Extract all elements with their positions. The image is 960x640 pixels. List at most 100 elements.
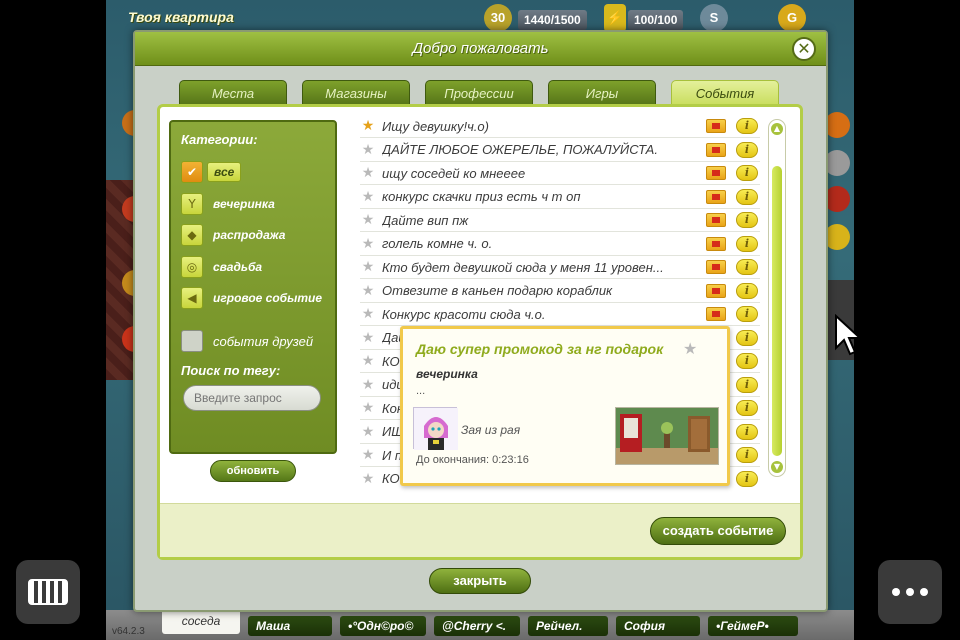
scroll-up-icon[interactable]: ▲	[771, 123, 783, 135]
room-preview-image[interactable]	[615, 407, 719, 465]
star-icon[interactable]: ★	[360, 142, 376, 158]
mail-icon[interactable]	[706, 119, 726, 133]
tab-professions[interactable]: Профессии	[425, 80, 533, 106]
scroll-thumb[interactable]	[772, 166, 782, 456]
star-icon[interactable]: ★	[360, 165, 376, 181]
category-all[interactable]: ✔ все	[181, 160, 242, 184]
mood-counter: 100/100	[628, 10, 684, 30]
info-icon[interactable]: i	[736, 329, 758, 346]
info-icon[interactable]: i	[736, 165, 758, 181]
star-icon[interactable]: ★	[360, 424, 376, 440]
category-wedding[interactable]: ◎ свадьба	[181, 255, 262, 279]
event-row[interactable]: ★ Кто будет девушкой сюда у меня 11 уров…	[360, 256, 760, 279]
event-title: Отвезите в каньен подарю кораблик	[382, 283, 613, 298]
friend-tab[interactable]: @Cherry <.	[434, 616, 520, 636]
gold-coin-icon[interactable]: G	[778, 4, 806, 32]
info-icon[interactable]: i	[736, 470, 758, 487]
popup-event-description: ...	[416, 385, 426, 397]
event-row[interactable]: ★ конкурс скачки приз есть ч т оп i	[360, 186, 760, 209]
event-row[interactable]: ★ Отвезите в каньен подарю кораблик i	[360, 280, 760, 303]
star-icon[interactable]: ★	[360, 118, 376, 134]
location-title: Твоя квартира	[128, 9, 234, 25]
mail-icon[interactable]	[706, 213, 726, 227]
info-icon[interactable]: i	[736, 423, 758, 440]
info-icon[interactable]: i	[736, 447, 758, 463]
friends-events-checkbox[interactable]: события друзей	[181, 330, 313, 352]
star-icon[interactable]: ★	[360, 471, 376, 487]
tab-games[interactable]: Игры	[548, 80, 656, 106]
star-icon[interactable]: ★	[360, 189, 376, 205]
check-icon: ✔	[181, 161, 203, 183]
info-icon[interactable]: i	[736, 188, 758, 205]
mail-icon[interactable]	[706, 142, 726, 157]
tab-shops[interactable]: Магазины	[302, 80, 410, 106]
info-icon[interactable]: i	[736, 118, 758, 134]
tab-places[interactable]: Места	[179, 80, 287, 106]
mail-icon[interactable]	[706, 260, 726, 274]
more-options-button[interactable]	[878, 560, 942, 624]
info-icon[interactable]: i	[736, 141, 758, 158]
star-icon[interactable]: ★	[360, 283, 376, 299]
level-star-icon: 30	[484, 4, 512, 32]
friend-tab[interactable]: Маша	[248, 616, 332, 636]
event-row[interactable]: ★ голель комне ч. о. i	[360, 233, 760, 256]
info-icon[interactable]: i	[736, 235, 758, 252]
category-sale[interactable]: ◆ распродажа	[181, 223, 285, 247]
event-row[interactable]: ★ ДАЙТЕ ЛЮБОЕ ОЖЕРЕЛЬЕ, ПОЖАЛУЙСТА. i	[360, 139, 760, 162]
star-icon[interactable]: ★	[360, 212, 376, 228]
scroll-down-icon[interactable]: ▼	[771, 461, 783, 473]
star-icon[interactable]: ★	[360, 377, 376, 393]
refresh-button[interactable]: обновить	[210, 460, 296, 482]
category-label: распродажа	[213, 228, 286, 242]
mail-icon[interactable]	[706, 166, 726, 180]
event-row[interactable]: ★ Дайте вип пж i	[360, 209, 760, 232]
popup-event-tag: вечеринка	[416, 367, 478, 381]
avatar[interactable]	[413, 407, 458, 450]
star-icon[interactable]: ★	[360, 400, 376, 416]
event-row[interactable]: ★ Конкурс красоти сюда ч.о. i	[360, 303, 760, 326]
close-icon[interactable]: ✕	[792, 37, 816, 61]
star-icon[interactable]: ★	[360, 353, 376, 369]
mail-icon[interactable]	[706, 189, 726, 204]
info-icon[interactable]: i	[736, 282, 758, 299]
tab-bar: Места Магазины Профессии Игры События	[179, 80, 789, 106]
info-icon[interactable]: i	[736, 353, 758, 369]
info-icon[interactable]: i	[736, 376, 758, 393]
dialog-header: Добро пожаловать ✕	[135, 32, 826, 66]
friend-tab[interactable]: •°Одн©ро©	[340, 616, 426, 636]
event-title: Кто будет девушкой сюда у меня 11 уровен…	[382, 259, 664, 275]
mail-icon[interactable]	[706, 283, 726, 298]
tab-events[interactable]: События	[671, 80, 779, 106]
tag-search-input[interactable]	[183, 385, 321, 411]
event-row[interactable]: ★ ищу соседей ко мнееее i	[360, 162, 760, 185]
star-icon[interactable]: ★	[360, 306, 376, 322]
create-event-button[interactable]: создать событие	[650, 517, 786, 545]
mail-icon[interactable]	[706, 236, 726, 251]
events-scrollbar[interactable]: ▲ ▼	[768, 119, 786, 477]
friend-tab[interactable]: София	[616, 616, 700, 636]
silver-coin-icon[interactable]: S	[700, 4, 728, 32]
friend-tab[interactable]: Рейчел.	[528, 616, 608, 636]
keyboard-button[interactable]	[16, 560, 80, 624]
star-icon[interactable]: ★	[360, 259, 376, 275]
avatar-image	[414, 408, 458, 450]
close-dialog-button[interactable]: закрыть	[429, 568, 531, 594]
lightning-icon: ⚡	[604, 4, 626, 32]
event-title: Ищу девушку!ч.о)	[382, 118, 489, 134]
event-row[interactable]: ★ Ищу девушку!ч.о) i	[360, 115, 760, 138]
popup-author[interactable]: Зая из рая	[461, 423, 520, 437]
event-title: ищу соседей ко мнееее	[382, 165, 526, 181]
mail-icon[interactable]	[706, 307, 726, 321]
star-icon[interactable]: ★	[360, 330, 376, 346]
star-icon[interactable]: ★	[360, 236, 376, 252]
info-icon[interactable]: i	[736, 212, 758, 228]
info-icon[interactable]: i	[736, 259, 758, 275]
category-game-event[interactable]: ◀ игровое событие	[181, 286, 322, 310]
category-party[interactable]: Y вечеринка	[181, 192, 275, 216]
event-preview-popup[interactable]: Даю супер промокод за нг подарок ★ вечер…	[400, 326, 730, 486]
info-icon[interactable]: i	[736, 306, 758, 322]
star-icon[interactable]: ★	[683, 339, 697, 358]
star-icon[interactable]: ★	[360, 447, 376, 463]
friend-tab[interactable]: •ГеймеР•	[708, 616, 798, 636]
info-icon[interactable]: i	[736, 400, 758, 416]
